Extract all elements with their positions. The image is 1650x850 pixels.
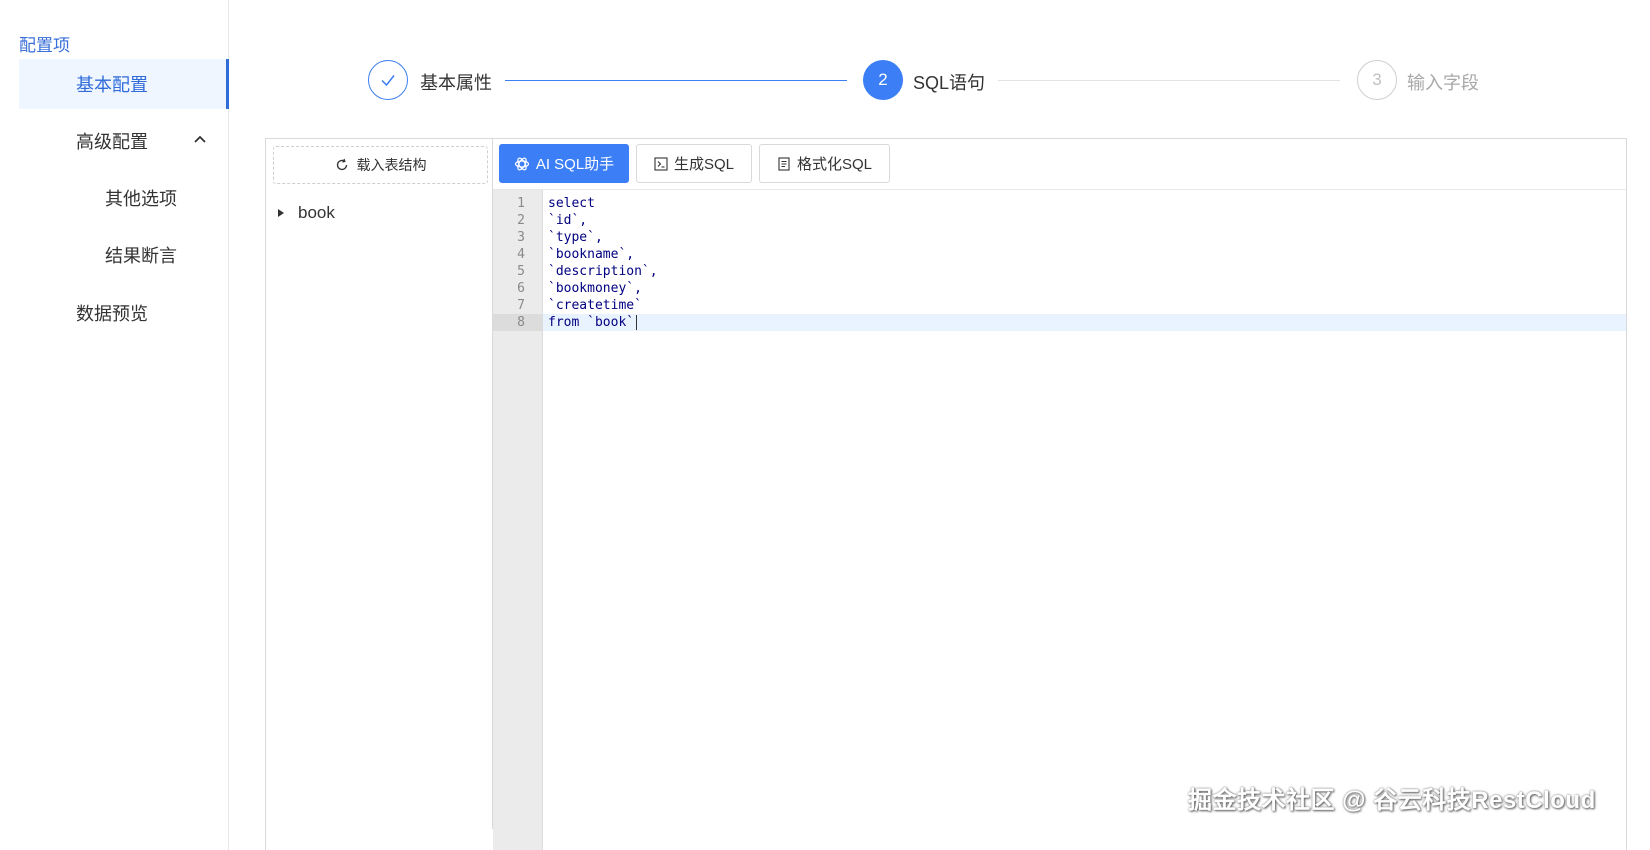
chevron-up-icon xyxy=(194,135,206,143)
nav-item-label: 高级配置 xyxy=(76,132,148,152)
code-line[interactable]: `description`, xyxy=(548,263,658,280)
load-table-structure-button[interactable]: 载入表结构 xyxy=(273,146,488,184)
code-line[interactable]: `bookname`, xyxy=(548,246,634,263)
nav-item-label: 其他选项 xyxy=(105,189,177,209)
nav-item-label: 结果断言 xyxy=(105,246,177,266)
check-icon xyxy=(381,75,395,87)
line-number: 5 xyxy=(517,264,525,279)
nav-item-basic-config[interactable]: 基本配置 xyxy=(19,59,229,109)
nav-item-advanced-config[interactable]: 高级配置 xyxy=(19,116,229,166)
code-line-text: from `book` xyxy=(548,315,635,330)
line-number: 3 xyxy=(517,230,525,245)
nav-item-result-assertion[interactable]: 结果断言 xyxy=(19,230,229,280)
sidebar-title: 配置项 xyxy=(19,36,70,55)
nav-item-data-preview[interactable]: 数据预览 xyxy=(19,288,229,338)
format-button-label: 格式化SQL xyxy=(796,156,872,173)
ai-sql-assistant-button[interactable]: AI SQL助手 xyxy=(499,144,629,183)
step-connector xyxy=(998,80,1340,81)
line-number: 6 xyxy=(517,281,525,296)
line-number-gutter: 1 2 3 4 5 6 7 8 xyxy=(493,190,543,850)
watermark: 掘金技术社区 @ 谷云科技RestCloud xyxy=(1188,787,1596,814)
code-line[interactable]: `id`, xyxy=(548,212,587,229)
ai-button-label: AI SQL助手 xyxy=(535,156,615,173)
generate-button-label: 生成SQL xyxy=(673,156,734,173)
step-2-circle[interactable]: 2 xyxy=(863,60,903,100)
line-number: 1 xyxy=(517,196,525,211)
step-2-label[interactable]: SQL语句 xyxy=(913,69,985,95)
refresh-icon xyxy=(336,158,347,171)
generate-sql-button[interactable]: 生成SQL xyxy=(636,144,752,183)
line-number: 2 xyxy=(517,213,525,228)
sql-code-editor[interactable]: 1 2 3 4 5 6 7 8 select `id`, `type`, `bo… xyxy=(493,190,1626,850)
tree-node-label: book xyxy=(298,203,335,222)
nav-item-label: 数据预览 xyxy=(76,304,148,324)
code-line-active[interactable]: from `book` xyxy=(548,314,638,331)
step-1-circle[interactable] xyxy=(368,60,408,100)
line-number: 4 xyxy=(517,247,525,262)
active-line-highlight xyxy=(543,314,1626,331)
editor-toolbar: AI SQL助手 生成SQL 格式化SQL xyxy=(493,139,1626,190)
nav-item-label: 基本配置 xyxy=(76,75,148,95)
terminal-icon xyxy=(654,156,668,171)
sql-panel: 载入表结构 book AI SQL助手 生成SQL 格式化SQL 1 2 3 4… xyxy=(265,138,1627,850)
tree-node-book[interactable]: book xyxy=(278,203,335,223)
step-connector xyxy=(505,80,847,81)
load-button-label: 载入表结构 xyxy=(356,157,427,173)
text-cursor xyxy=(636,315,638,330)
step-3-circle[interactable]: 3 xyxy=(1357,60,1397,100)
line-number: 7 xyxy=(517,298,525,313)
sidebar: 配置项 基本配置 高级配置 其他选项 结果断言 数据预览 xyxy=(0,0,229,850)
nav-item-other-options[interactable]: 其他选项 xyxy=(19,173,229,223)
format-sql-button[interactable]: 格式化SQL xyxy=(759,144,890,183)
caret-right-icon[interactable] xyxy=(278,209,284,217)
code-line[interactable]: `bookmoney`, xyxy=(548,280,642,297)
line-number-active: 8 xyxy=(493,314,543,331)
format-document-icon xyxy=(778,156,790,171)
code-line[interactable]: `type`, xyxy=(548,229,603,246)
step-3-label[interactable]: 输入字段 xyxy=(1407,69,1479,95)
table-structure-pane: 载入表结构 book xyxy=(266,139,493,829)
code-line[interactable]: select xyxy=(548,195,595,212)
step-1-label[interactable]: 基本属性 xyxy=(420,69,492,95)
steps-bar: 基本属性 2 SQL语句 3 输入字段 xyxy=(365,60,1545,102)
code-line[interactable]: `createtime` xyxy=(548,297,642,314)
ai-logo-icon xyxy=(514,157,529,170)
